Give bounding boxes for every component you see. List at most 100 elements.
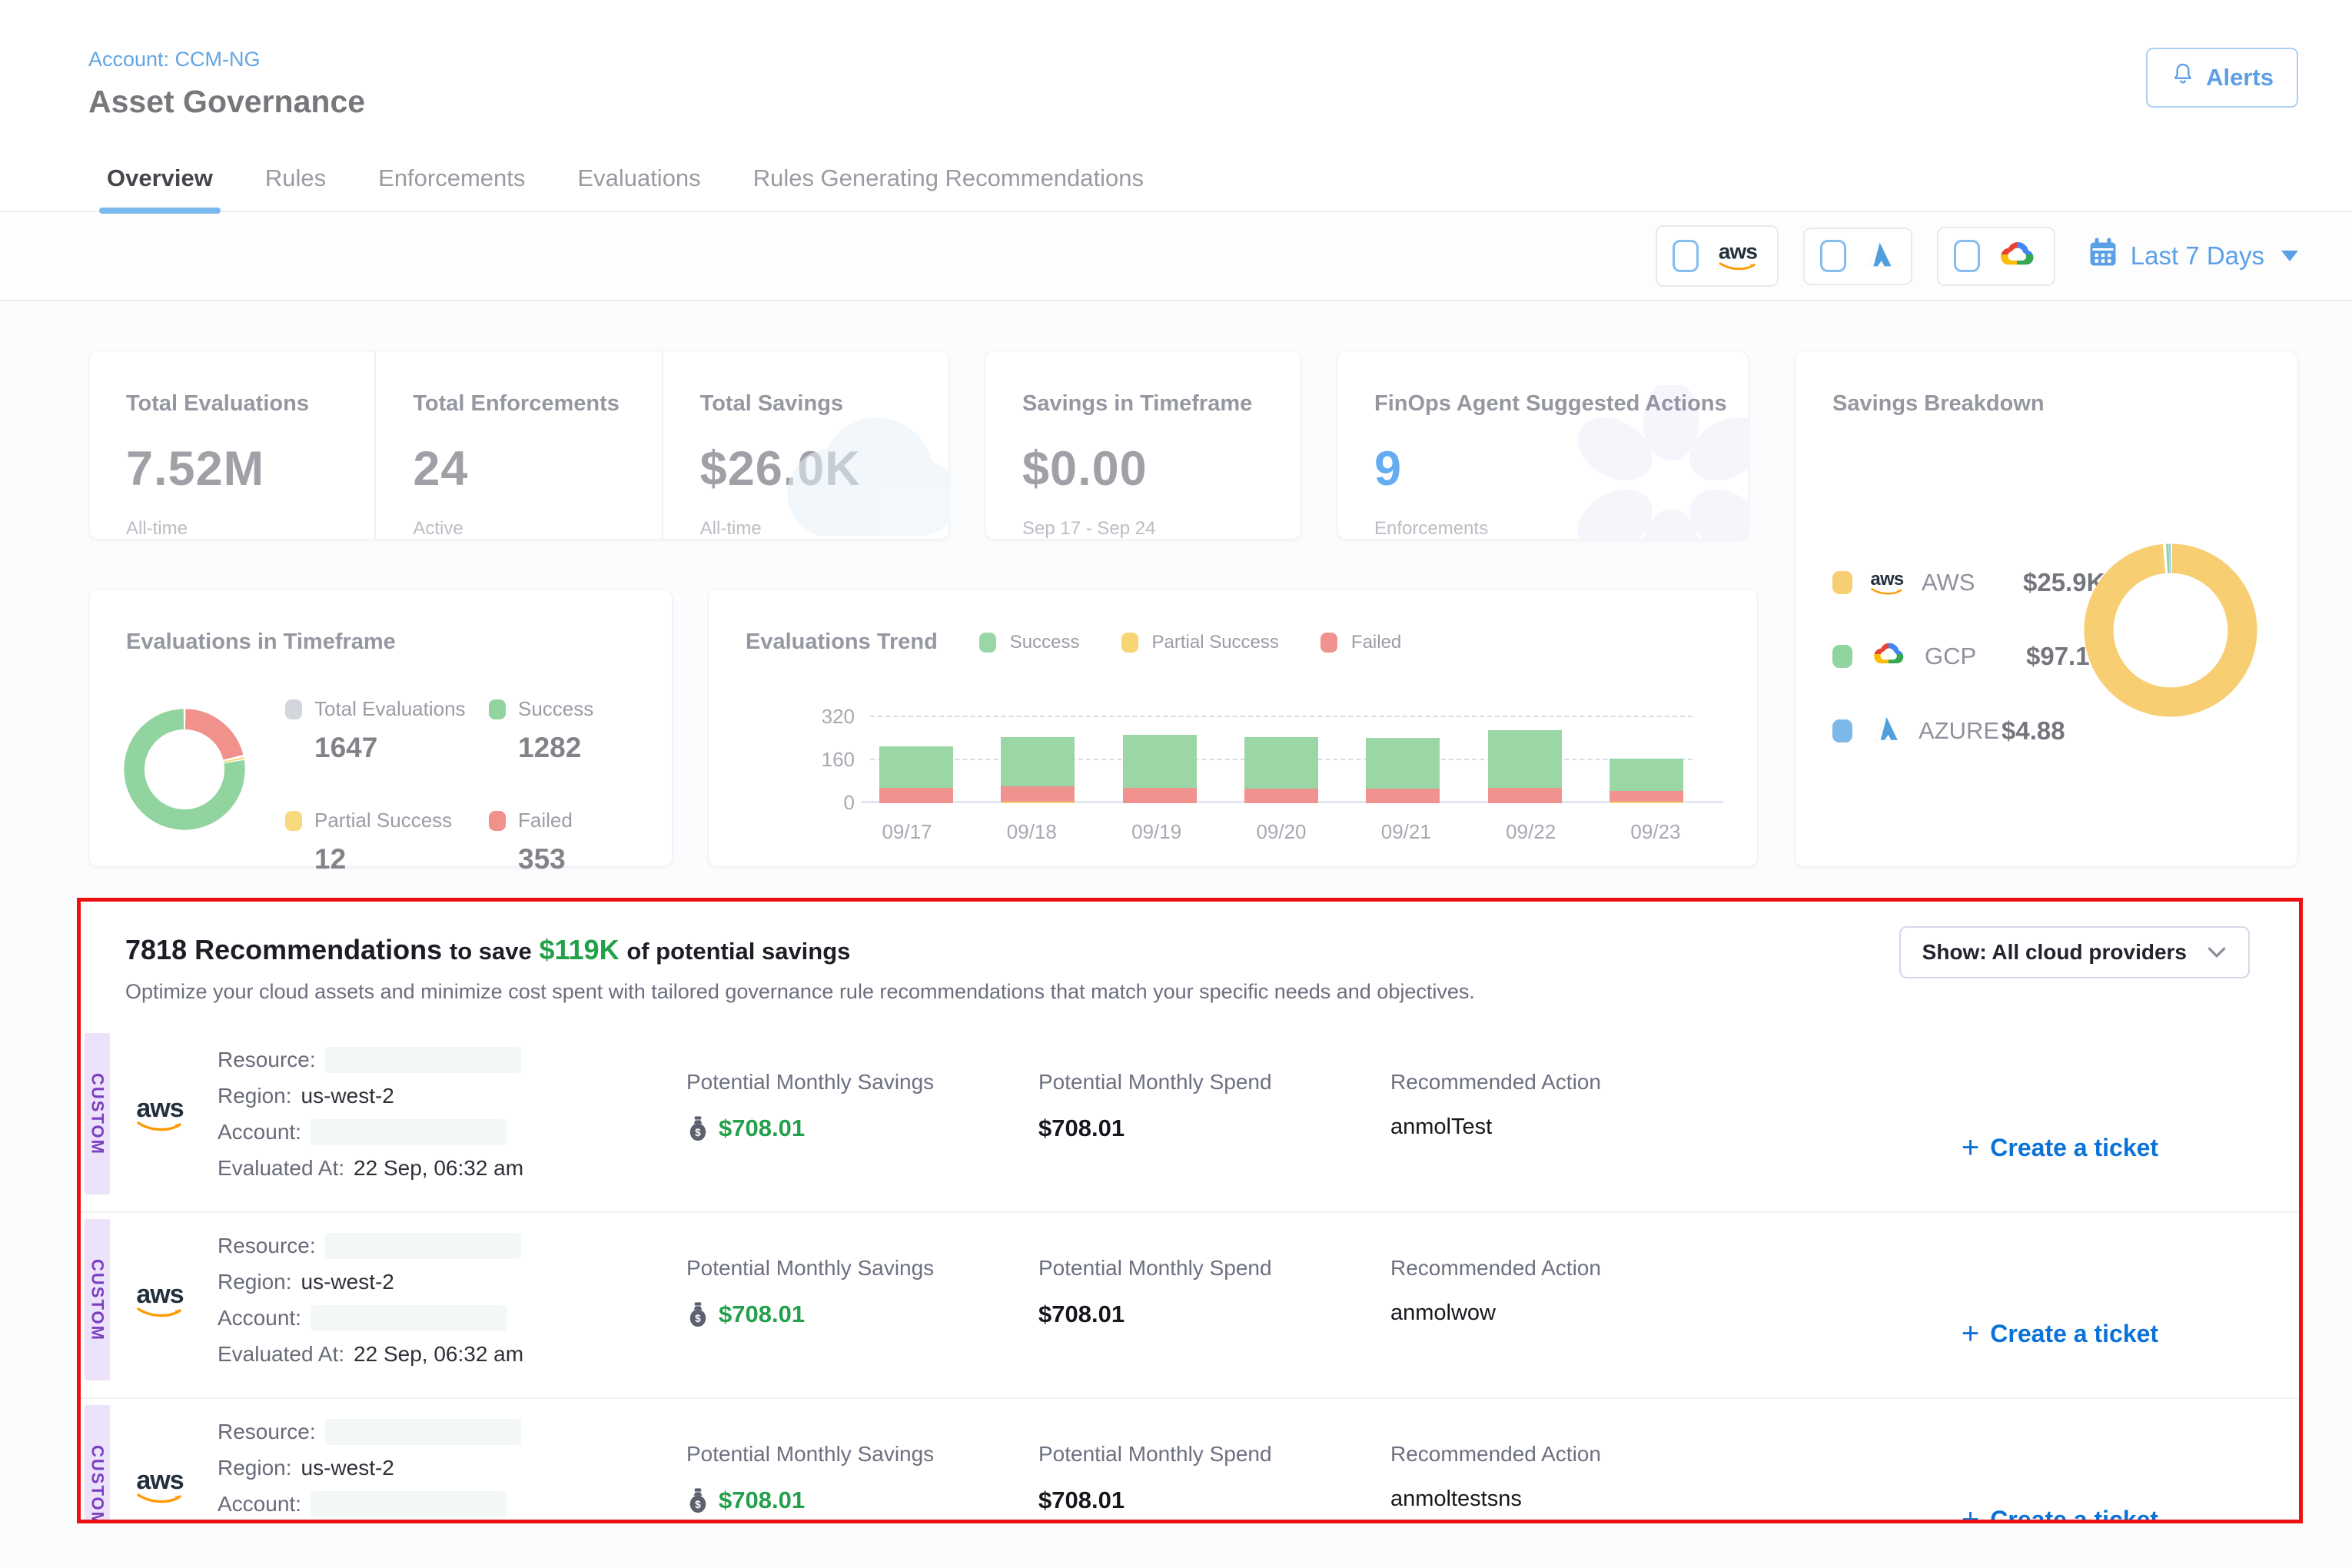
redacted-account-value: [311, 1119, 507, 1145]
card-title: Evaluations in Timeframe: [126, 630, 396, 655]
card-title: Evaluations Trend: [746, 630, 938, 655]
trend-legend-failed: Failed: [1321, 632, 1401, 653]
cloud-provider-filter-dropdown[interactable]: Show: All cloud providers: [1899, 926, 2250, 978]
tab-rules-generating-recommendations[interactable]: Rules Generating Recommendations: [750, 151, 1147, 211]
trend-bar-09-17: [879, 746, 953, 803]
potential-monthly-spend: Potential Monthly Spend $708.01: [1038, 1399, 1390, 1523]
x-axis-label: 09/21: [1360, 820, 1452, 844]
legend-partial-success: Partial Success 12: [285, 809, 489, 875]
legend-total-evaluations: Total Evaluations 1647: [285, 697, 489, 764]
trend-bars: [870, 688, 1693, 803]
legend-gcp: GCP $97.19: [1832, 640, 2105, 672]
money-bag-icon: $: [686, 1487, 709, 1513]
azure-logo-icon: [1862, 240, 1895, 273]
trend-bar-09-22: [1488, 730, 1562, 803]
svg-text:$: $: [695, 1313, 701, 1324]
alerts-button[interactable]: Alerts: [2146, 48, 2298, 108]
recommendations-subtitle: Optimize your cloud assets and minimize …: [125, 980, 2299, 1004]
trend-legend-partial-success: Partial Success: [1121, 632, 1279, 653]
trend-legend-success: Success: [979, 632, 1080, 653]
x-axis-label: 09/18: [985, 820, 1078, 844]
tab-rules[interactable]: Rules: [262, 151, 329, 211]
tab-evaluations[interactable]: Evaluations: [574, 151, 703, 211]
date-range-selector[interactable]: Last 7 Days: [2088, 237, 2298, 275]
custom-tag: CUSTOM: [85, 1033, 110, 1194]
recommended-action: Recommended Action anmolTest: [1390, 1027, 1821, 1201]
stat-label: Total Evaluations: [126, 391, 374, 417]
tab-overview[interactable]: Overview: [104, 151, 216, 211]
stat-total-enforcements: Total Enforcements 24 Active: [374, 351, 661, 539]
main-content: Total Evaluations 7.52M All-time Total E…: [0, 301, 2352, 1568]
legend-success: Success 1282: [489, 697, 693, 764]
potential-monthly-savings: Potential Monthly Savings $ $708.01: [686, 1027, 1038, 1201]
aws-logo-icon: aws: [136, 1467, 184, 1504]
stat-value: 24: [413, 441, 661, 497]
x-axis-labels: 09/1709/1809/1909/2009/2109/2209/23: [861, 820, 1702, 844]
create-ticket-button[interactable]: + Create a ticket: [1962, 1095, 2158, 1201]
gcp-checkbox[interactable]: [1954, 240, 1980, 272]
redacted-account-value: [311, 1491, 507, 1517]
aws-logo-icon: aws: [1718, 241, 1757, 271]
provider-filter-azure[interactable]: [1803, 228, 1912, 285]
provider-cell: aws: [110, 1213, 210, 1387]
y-axis-tick-0: 0: [801, 791, 855, 815]
stat-label: Total Savings: [700, 391, 948, 417]
recommendations-count: 7818 Recommendations: [125, 934, 442, 965]
bell-icon: [2171, 61, 2195, 94]
breakdown-legend: aws AWS $25.9K: [1832, 568, 2105, 746]
gcp-logo-icon: [1869, 640, 1908, 672]
recommendations-header: 7818 Recommendations to save $119K of po…: [81, 902, 2299, 1004]
trend-bar-09-18: [1001, 737, 1075, 803]
savings-breakdown-card: Savings Breakdown aws AWS $25.9K: [1795, 350, 2298, 867]
evaluations-donut-chart: [118, 703, 251, 835]
trend-bar-09-21: [1366, 738, 1440, 803]
recommendation-row: CUSTOM aws Resource: Region:us-west-2 Ac…: [81, 1027, 2299, 1201]
create-ticket-button[interactable]: + Create a ticket: [1962, 1467, 2158, 1523]
gcp-logo-icon: [1995, 239, 2038, 274]
trend-plot-area: [870, 688, 1693, 803]
tab-enforcements[interactable]: Enforcements: [375, 151, 528, 211]
resource-details: Resource: Region:us-west-2 Account: Eval…: [210, 1027, 686, 1201]
save-prefix: to save: [450, 938, 532, 965]
potential-savings-amount: $119K: [539, 934, 619, 965]
azure-logo-icon: [1869, 715, 1902, 746]
provider-cell: aws: [110, 1027, 210, 1201]
dropdown-selected-value: Show: All cloud providers: [1922, 940, 2187, 965]
stat-value: $26.0K: [700, 441, 948, 497]
y-axis-tick-320: 320: [801, 705, 855, 729]
evaluations-legend: Total Evaluations 1647 Success 1282 Part…: [285, 697, 693, 875]
aws-checkbox[interactable]: [1673, 240, 1699, 272]
recommendation-row: CUSTOM aws Resource: Region:us-west-2 Ac…: [81, 1397, 2299, 1523]
create-ticket-button[interactable]: + Create a ticket: [1962, 1281, 2158, 1387]
stat-label: Total Enforcements: [413, 391, 661, 417]
stat-value: 9: [1374, 441, 1748, 497]
x-axis-label: 09/23: [1610, 820, 1702, 844]
provider-filter-aws[interactable]: aws: [1656, 225, 1779, 287]
card-title: Savings Breakdown: [1832, 391, 2297, 417]
stats-card: Total Evaluations 7.52M All-time Total E…: [88, 350, 949, 540]
provider-filter-gcp[interactable]: [1937, 227, 2055, 286]
azure-checkbox[interactable]: [1820, 240, 1846, 272]
tab-bar: Overview Rules Enforcements Evaluations …: [0, 151, 2352, 212]
alerts-label: Alerts: [2206, 64, 2274, 91]
money-bag-icon: $: [686, 1115, 709, 1141]
stat-value: $0.00: [1022, 441, 1301, 497]
caret-down-icon: [2281, 251, 2298, 261]
redacted-resource-value: [325, 1419, 521, 1445]
potential-monthly-spend: Potential Monthly Spend $708.01: [1038, 1213, 1390, 1387]
top-bar: Account: CCM-NG Asset Governance Alerts: [0, 0, 2352, 120]
savings-timeframe-card: Savings in Timeframe $0.00 Sep 17 - Sep …: [985, 350, 1301, 540]
x-axis-label: 09/19: [1111, 820, 1203, 844]
x-axis-label: 09/17: [861, 820, 953, 844]
recommended-action: Recommended Action anmolwow: [1390, 1213, 1821, 1387]
evaluations-trend-card: Evaluations Trend Success Partial Succes…: [708, 589, 1758, 867]
title-block: Account: CCM-NG Asset Governance: [88, 48, 365, 120]
svg-text:$: $: [695, 1499, 701, 1510]
potential-monthly-savings: Potential Monthly Savings $ $708.01: [686, 1213, 1038, 1387]
custom-tag: CUSTOM: [85, 1405, 110, 1523]
account-breadcrumb[interactable]: Account: CCM-NG: [88, 48, 365, 71]
filter-bar: aws Last 7 Days: [0, 212, 2352, 301]
page-title: Asset Governance: [88, 84, 365, 120]
finops-suggested-actions-card: FinOps Agent Suggested Actions 9 Enforce…: [1337, 350, 1749, 540]
calendar-icon: [2088, 237, 2118, 275]
